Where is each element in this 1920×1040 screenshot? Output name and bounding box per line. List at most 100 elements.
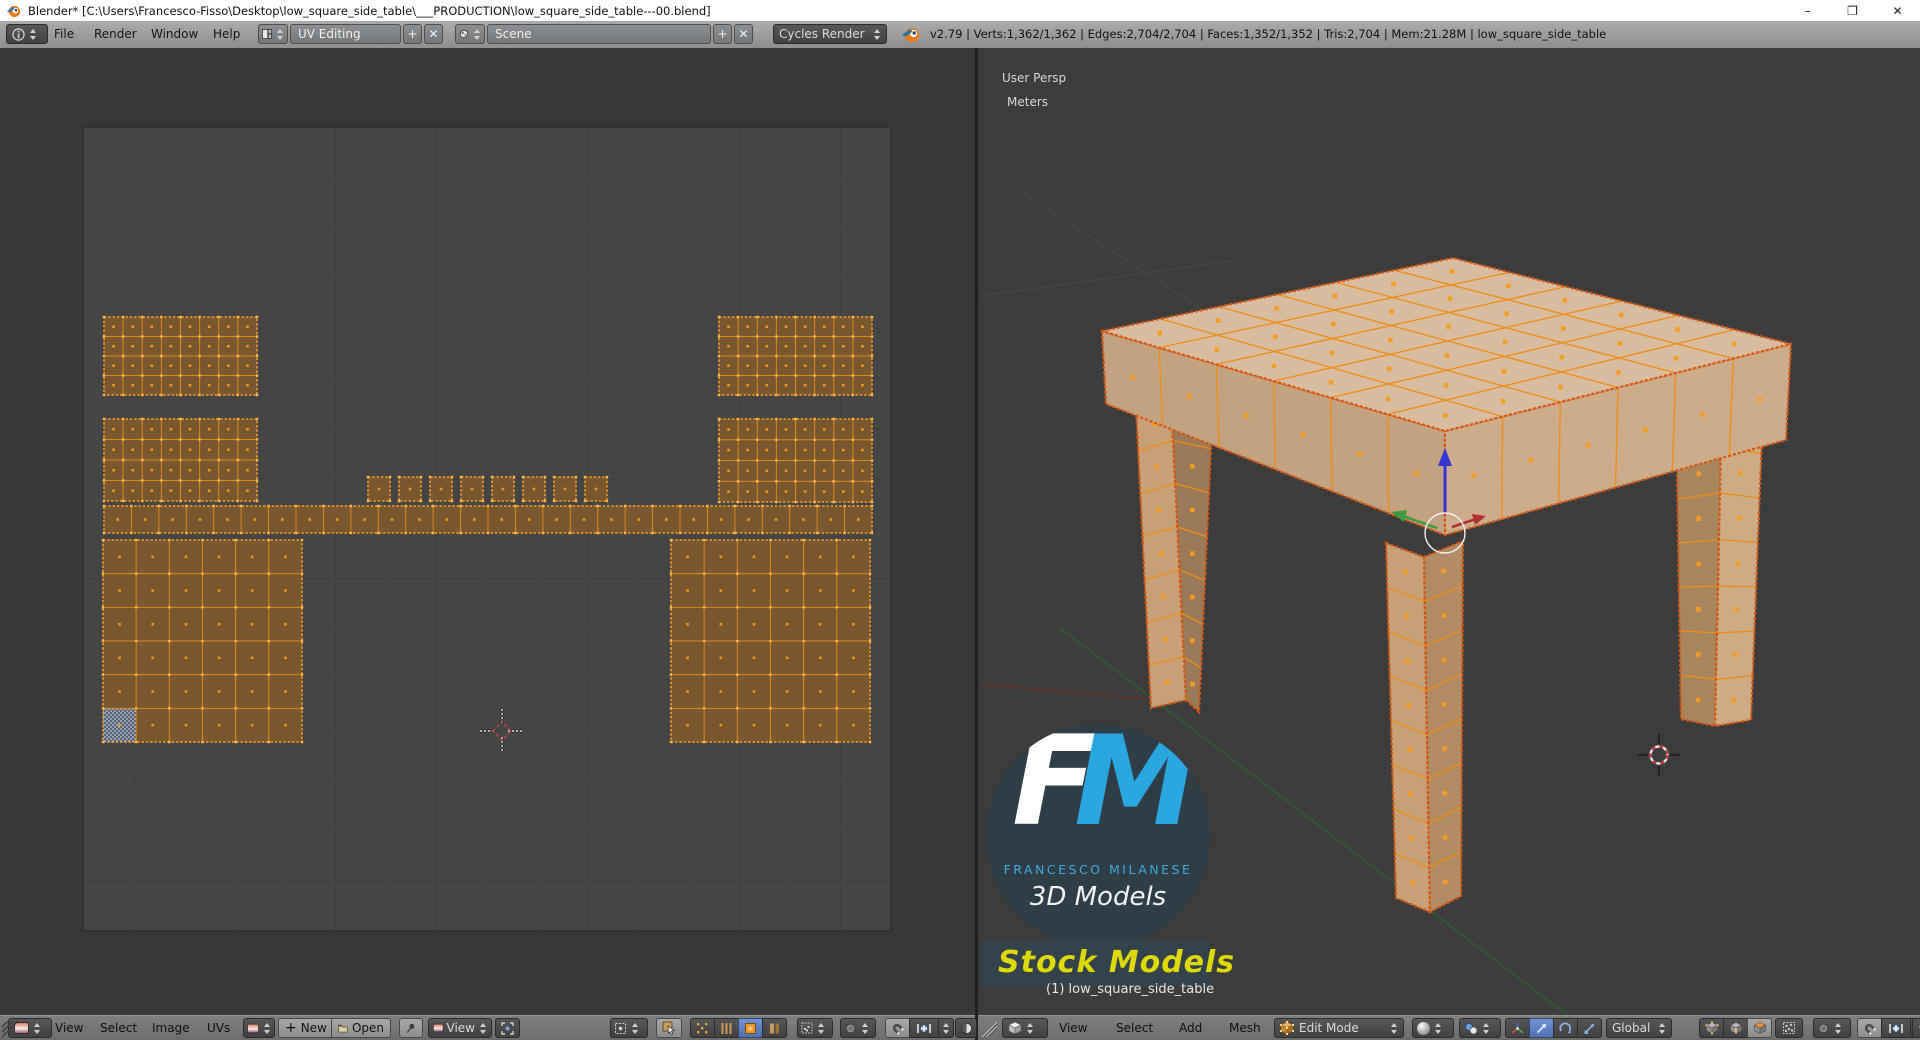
vp-render-border-button-clipped[interactable] xyxy=(1912,1018,1920,1038)
viewport-unit-label: Meters xyxy=(1007,95,1049,109)
render-engine-dropdown[interactable]: Cycles Render xyxy=(773,24,887,44)
screen-layout-icon-dropdown[interactable] xyxy=(258,24,288,44)
close-button[interactable]: ✕ xyxy=(1875,0,1920,21)
edit-mode-icon xyxy=(1280,1021,1294,1035)
image-icon xyxy=(247,1023,259,1033)
magnet-icon-3d xyxy=(1864,1023,1876,1035)
image-datablock-dropdown[interactable] xyxy=(243,1018,275,1038)
manipulator-toggle-button[interactable] xyxy=(1505,1018,1530,1038)
vp-snap-element-dropdown[interactable] xyxy=(1881,1018,1911,1038)
manipulator-translate-button[interactable] xyxy=(1529,1018,1554,1038)
cursor-select-icon xyxy=(662,1021,676,1035)
fm-letter-m: M xyxy=(1074,724,1198,854)
face-cube-icon xyxy=(1753,1022,1766,1034)
uv-snap-arrows[interactable] xyxy=(938,1018,954,1038)
manipulator-rotate-button[interactable] xyxy=(1553,1018,1578,1038)
window-title: Blender* [C:\Users\Francesco-Fisso\Deskt… xyxy=(28,3,711,18)
minimize-button[interactable]: – xyxy=(1785,0,1830,21)
vp-menu-view[interactable]: View xyxy=(1059,1018,1087,1038)
pin-image-button[interactable] xyxy=(399,1018,423,1038)
layout-icon xyxy=(262,29,272,39)
uv-proportional-edit-dropdown[interactable] xyxy=(840,1018,876,1038)
uv-menu-select[interactable]: Select xyxy=(100,1018,137,1038)
pivot-icon xyxy=(615,1022,626,1034)
view3d-editor-icon xyxy=(1008,1021,1022,1035)
area-split-grip[interactable] xyxy=(979,1019,997,1037)
edge-mode-icon xyxy=(721,1022,732,1034)
new-image-button[interactable]: + New xyxy=(278,1018,332,1038)
menu-render[interactable]: Render xyxy=(90,24,141,44)
uv-select-face-button[interactable] xyxy=(738,1018,763,1038)
menu-help[interactable]: Help xyxy=(209,24,244,44)
delete-layout-button[interactable]: ✕ xyxy=(424,24,443,44)
axis-tripod-icon xyxy=(1511,1022,1524,1033)
viewport-header: View Select Add Mesh Edit Mode Global xyxy=(978,1015,1920,1040)
scene-icon-dropdown[interactable] xyxy=(455,24,485,44)
menu-file[interactable]: File xyxy=(50,24,78,44)
uv-local-view-button[interactable] xyxy=(495,1018,520,1038)
snap-increment-icon xyxy=(917,1023,931,1033)
stock-models-text: Stock Models xyxy=(998,945,1236,980)
object-info-text: (1) low_square_side_table xyxy=(1046,982,1215,997)
editor-type-dropdown-3d[interactable] xyxy=(1002,1018,1048,1038)
uv-snap-element-dropdown[interactable] xyxy=(909,1018,939,1038)
vp-proportional-edit-dropdown[interactable] xyxy=(1813,1018,1851,1038)
sticky-icon xyxy=(801,1022,813,1034)
screen-layout-name[interactable]: UV Editing xyxy=(290,24,401,44)
uv-pivot-dropdown[interactable] xyxy=(610,1018,648,1038)
uv-snap-toggle-button[interactable] xyxy=(885,1018,910,1038)
vp-menu-add[interactable]: Add xyxy=(1179,1018,1202,1038)
manipulator-group xyxy=(1505,1018,1602,1038)
mode-dropdown[interactable]: Edit Mode xyxy=(1274,1018,1404,1038)
translate-icon xyxy=(1536,1023,1547,1033)
uv-canvas[interactable] xyxy=(0,48,975,1015)
menu-window[interactable]: Window xyxy=(147,24,202,44)
blender-logo-icon-header xyxy=(902,28,919,42)
pivot-point-dropdown[interactable] xyxy=(1459,1018,1501,1038)
uv-select-vertex-button[interactable] xyxy=(690,1018,715,1038)
shading-solid-icon xyxy=(1417,1021,1430,1035)
folder-icon xyxy=(338,1024,348,1032)
occlude-icon xyxy=(1783,1022,1795,1034)
uv-select-island-button[interactable] xyxy=(762,1018,787,1038)
restore-button[interactable]: ❐ xyxy=(1830,0,1875,21)
uv-draw-other-objects-button[interactable] xyxy=(955,1018,977,1038)
vp-snap-toggle-button[interactable] xyxy=(1857,1018,1882,1038)
face-mode-icon xyxy=(745,1022,756,1034)
image-new-open-group: + New Open xyxy=(278,1018,391,1038)
pivot-median-icon xyxy=(1464,1022,1478,1035)
delete-scene-button[interactable]: ✕ xyxy=(734,24,753,44)
uv-menu-view[interactable]: View xyxy=(55,1018,83,1038)
fm-watermark-logo: F M FRANCESCO MILANESE 3D Models xyxy=(986,724,1210,948)
proportional-edit-icon-3d xyxy=(1818,1023,1829,1033)
window-resize-grip[interactable] xyxy=(2,1021,20,1039)
plus-icon: + xyxy=(285,1020,297,1036)
transform-orientation-dropdown[interactable]: Global xyxy=(1606,1018,1672,1038)
island-mode-icon xyxy=(770,1023,779,1033)
manipulator-scale-button[interactable] xyxy=(1577,1018,1602,1038)
uv-menu-uvs[interactable]: UVs xyxy=(207,1018,230,1038)
fm-name: FRANCESCO MILANESE xyxy=(1003,862,1193,877)
viewport-shading-dropdown[interactable] xyxy=(1412,1018,1454,1038)
uv-sync-selection-toggle[interactable] xyxy=(656,1018,682,1038)
magnet-icon xyxy=(892,1023,904,1035)
scene-name[interactable]: Scene xyxy=(487,24,711,44)
uv-editor-region xyxy=(0,48,975,1015)
uv-menu-image[interactable]: Image xyxy=(152,1018,190,1038)
add-scene-button[interactable]: + xyxy=(713,24,732,44)
vp-menu-mesh[interactable]: Mesh xyxy=(1229,1018,1261,1038)
uv-select-edge-button[interactable] xyxy=(714,1018,739,1038)
occlude-geometry-button[interactable] xyxy=(1775,1018,1803,1038)
vp-menu-select[interactable]: Select xyxy=(1116,1018,1153,1038)
open-image-button[interactable]: Open xyxy=(331,1018,391,1038)
vertex-mode-icon xyxy=(697,1022,708,1033)
display-channels-dropdown[interactable]: View xyxy=(428,1018,492,1038)
uv-sticky-select-dropdown[interactable] xyxy=(797,1018,833,1038)
select-mode-edge-button[interactable] xyxy=(1723,1018,1748,1038)
add-layout-button[interactable]: + xyxy=(403,24,422,44)
viewport-view-label: User Persp xyxy=(1002,71,1067,85)
editor-type-dropdown-info[interactable] xyxy=(6,24,48,44)
vp-snap-group xyxy=(1857,1018,1920,1038)
select-mode-face-button[interactable] xyxy=(1747,1018,1772,1038)
select-mode-vertex-button[interactable] xyxy=(1699,1018,1724,1038)
